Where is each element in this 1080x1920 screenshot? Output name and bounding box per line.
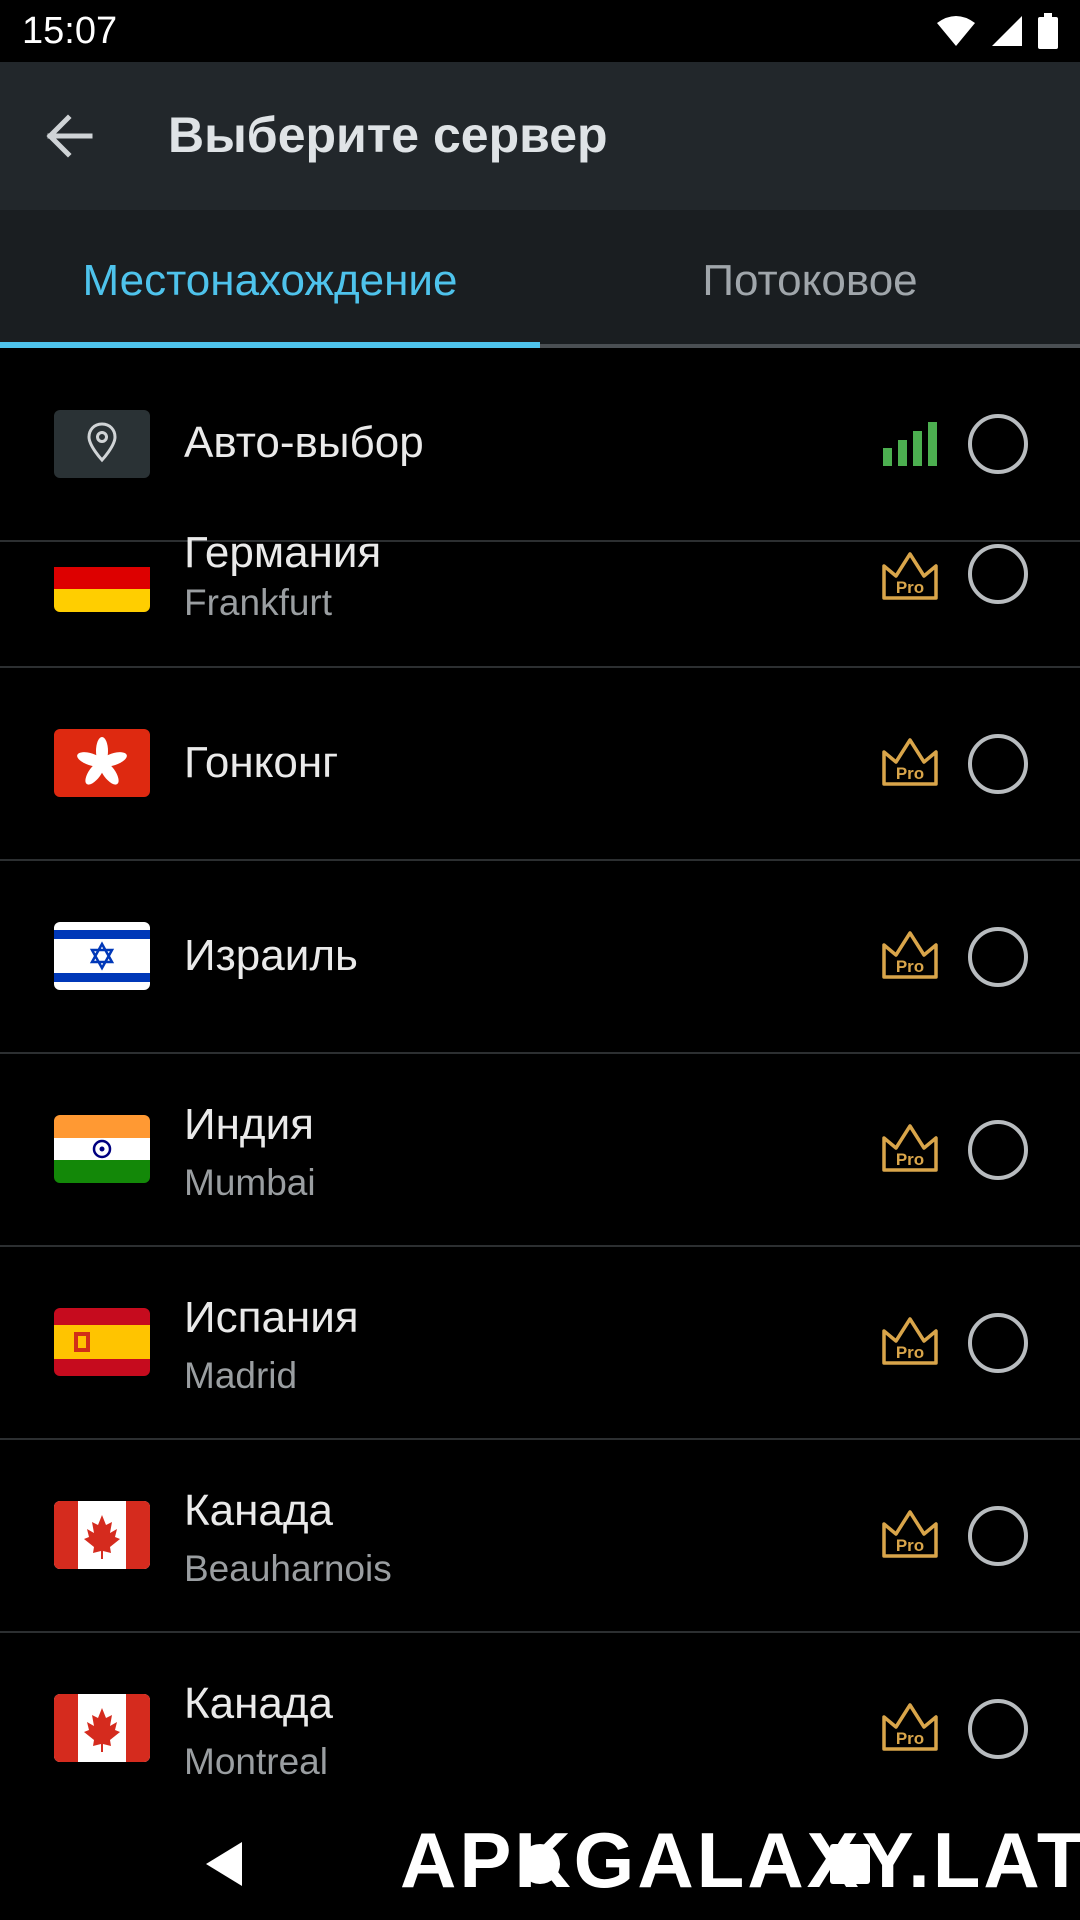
server-row-canada-beauharnois[interactable]: Канада Beauharnois Pro xyxy=(0,1440,1080,1633)
server-city: Beauharnois xyxy=(184,1548,392,1589)
flag-israel-icon xyxy=(54,922,150,990)
pro-crown-icon: Pro xyxy=(882,1510,938,1558)
wifi-icon xyxy=(937,16,975,46)
pro-badge-text: Pro xyxy=(896,1343,924,1362)
server-country: Канада xyxy=(184,1679,334,1728)
pro-badge-text: Pro xyxy=(896,1536,924,1555)
watermark-text: APKGALAXY.LAT xyxy=(400,1816,1080,1904)
server-radio[interactable] xyxy=(968,734,1028,794)
server-list: Авто-выбор Германия Frankfurt Pro Гонкон… xyxy=(0,348,1080,1810)
app-bar: Выберите сервер xyxy=(0,62,1080,210)
server-country: Израиль xyxy=(184,931,358,980)
pro-crown-icon: Pro xyxy=(882,1703,938,1751)
flag-germany-icon xyxy=(54,544,150,612)
server-radio[interactable] xyxy=(968,1120,1028,1180)
server-row-canada-montreal[interactable]: Канада Montreal Pro xyxy=(0,1633,1080,1810)
server-country: Индия xyxy=(184,1100,315,1149)
status-time: 15:07 xyxy=(22,10,118,52)
pro-badge-text: Pro xyxy=(896,578,924,597)
server-row-hongkong[interactable]: Гонконг Pro xyxy=(0,668,1080,861)
pro-badge-text: Pro xyxy=(896,1150,924,1169)
signal-strength-icon xyxy=(883,422,937,466)
nav-back-icon[interactable] xyxy=(204,1840,244,1888)
cell-signal-icon xyxy=(992,16,1022,46)
pro-badge-text: Pro xyxy=(896,764,924,783)
tab-bar: Местонахождение Потоковое xyxy=(0,210,1080,348)
flag-hongkong-icon xyxy=(54,729,150,797)
server-radio[interactable] xyxy=(968,414,1028,474)
server-radio[interactable] xyxy=(968,927,1028,987)
tab-streaming-label: Потоковое xyxy=(702,256,918,305)
status-bar: 15:07 xyxy=(0,0,1080,62)
tab-streaming[interactable]: Потоковое xyxy=(540,210,1080,348)
pro-crown-icon: Pro xyxy=(882,552,938,600)
tab-location-label: Местонахождение xyxy=(82,256,458,305)
server-city: Madrid xyxy=(184,1355,298,1396)
server-row-auto[interactable]: Авто-выбор xyxy=(0,348,1080,542)
flag-canada-icon xyxy=(54,1501,150,1569)
battery-icon xyxy=(1038,13,1058,49)
server-country: Канада xyxy=(184,1486,334,1535)
flag-canada-icon xyxy=(54,1694,150,1762)
server-country: Гонконг xyxy=(184,738,339,787)
page-title: Выберите сервер xyxy=(168,107,608,163)
server-city: Montreal xyxy=(184,1741,328,1782)
pro-badge-text: Pro xyxy=(896,957,924,976)
location-pin-icon xyxy=(54,410,150,478)
pro-badge-text: Pro xyxy=(896,1729,924,1748)
server-country: Авто-выбор xyxy=(184,418,424,467)
flag-india-icon xyxy=(54,1115,150,1183)
pro-crown-icon: Pro xyxy=(882,1317,938,1365)
server-radio[interactable] xyxy=(968,1699,1028,1759)
server-radio[interactable] xyxy=(968,1313,1028,1373)
server-row-israel[interactable]: Израиль Pro xyxy=(0,861,1080,1054)
back-arrow-icon[interactable] xyxy=(40,107,98,165)
tab-location[interactable]: Местонахождение xyxy=(0,210,540,348)
server-radio[interactable] xyxy=(968,544,1028,604)
pro-crown-icon: Pro xyxy=(882,1124,938,1172)
server-country: Испания xyxy=(184,1293,359,1342)
server-city: Frankfurt xyxy=(184,582,333,623)
server-row-india[interactable]: Индия Mumbai Pro xyxy=(0,1054,1080,1247)
pro-crown-icon: Pro xyxy=(882,931,938,979)
status-icons xyxy=(936,12,1058,50)
server-city: Mumbai xyxy=(184,1162,316,1203)
server-row-germany[interactable]: Германия Frankfurt Pro xyxy=(0,528,1080,668)
server-country: Германия xyxy=(184,528,382,577)
server-radio[interactable] xyxy=(968,1506,1028,1566)
flag-spain-icon xyxy=(54,1308,150,1376)
pro-crown-icon: Pro xyxy=(882,738,938,786)
server-row-spain[interactable]: Испания Madrid Pro xyxy=(0,1247,1080,1440)
